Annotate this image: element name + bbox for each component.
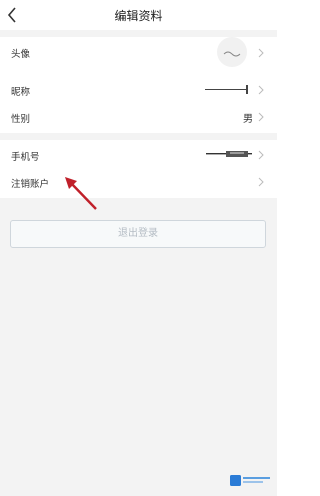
cancel-account-label: 注销账户 [11,179,50,190]
gender-value: 男 [243,114,253,125]
nickname-row[interactable]: 昵称 [0,80,277,100]
phone-label: 手机号 [11,152,40,163]
chevron-right-icon [258,150,264,160]
avatar-label: 头像 [11,49,31,60]
watermark-logo-icon [230,475,270,486]
avatar[interactable] [216,36,248,68]
chevron-right-icon [258,177,264,187]
gender-label: 性别 [11,114,31,125]
top-bar: 编辑资料 [0,0,277,30]
page-title: 编辑资料 [114,9,163,23]
nickname-value-redacted [205,89,247,90]
logout-button[interactable]: 退出登录 [10,220,266,248]
nickname-label: 昵称 [11,87,31,98]
gender-row[interactable]: 性别 男 [0,107,277,127]
cancel-account-row[interactable]: 注销账户 [0,172,277,192]
separator [0,133,277,140]
annotation-arrow-icon [65,177,97,210]
nickname-value-mark [246,85,248,94]
chevron-right-icon [258,85,264,95]
chevron-right-icon [258,48,264,58]
chevron-right-icon [258,112,264,122]
phone-value-redacted [206,151,252,157]
